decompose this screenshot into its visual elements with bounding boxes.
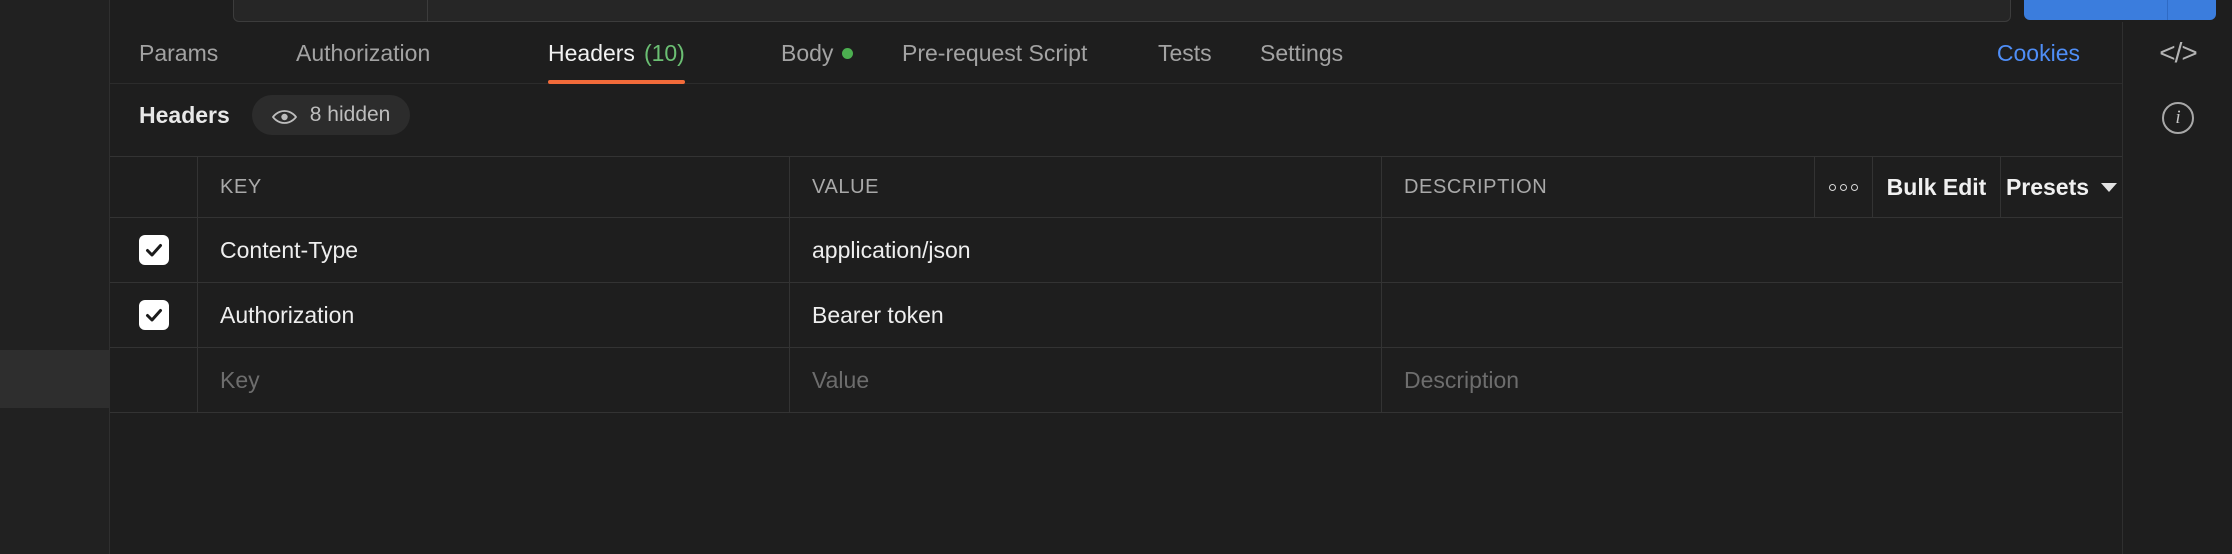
row-checkbox-cell[interactable] — [110, 283, 198, 347]
info-icon[interactable]: i — [2123, 84, 2232, 152]
hidden-headers-toggle[interactable]: 8 hidden — [251, 95, 411, 135]
row-key-cell[interactable]: Authorization — [198, 283, 790, 347]
new-row-checkbox-cell[interactable] — [110, 348, 198, 412]
row-value-cell[interactable]: Bearer token — [790, 283, 1382, 347]
tab-authorization[interactable]: Authorization — [296, 22, 430, 84]
column-label: DESCRIPTION — [1404, 175, 1548, 198]
new-row-description-placeholder: Description — [1404, 366, 1520, 393]
tab-tests[interactable]: Tests — [1158, 22, 1212, 84]
row-checkbox-cell[interactable] — [110, 218, 198, 282]
row-checkbox[interactable] — [138, 300, 169, 330]
more-options-button[interactable] — [1814, 157, 1872, 217]
send-button[interactable] — [2024, 0, 2216, 20]
tab-label: Authorization — [296, 39, 431, 66]
table-row[interactable]: Authorization Bearer token — [110, 283, 2122, 348]
info-icon-glyph: i — [2162, 102, 2194, 134]
eye-icon — [271, 107, 297, 124]
new-row-value-placeholder: Value — [812, 366, 870, 393]
table-header-row: KEY VALUE DESCRIPTION Bulk Edit Presets — [110, 156, 2122, 218]
cookies-link[interactable]: Cookies — [1997, 22, 2080, 84]
column-label: VALUE — [812, 175, 880, 198]
row-description-cell[interactable] — [1382, 283, 2122, 347]
new-row-description-input[interactable]: Description — [1382, 348, 2122, 412]
row-checkbox[interactable] — [138, 235, 169, 265]
tab-headers[interactable]: Headers (10) — [548, 22, 685, 84]
presets-label: Presets — [2005, 173, 2090, 200]
bulk-edit-button[interactable]: Bulk Edit — [1872, 157, 2000, 217]
row-description-cell[interactable] — [1382, 218, 2122, 282]
right-sidebar-rail: </> i — [2122, 22, 2232, 554]
request-editor-panel: Params Authorization Headers (10) Body P… — [0, 0, 2232, 554]
sidebar-selected-item[interactable] — [0, 350, 110, 408]
code-icon-glyph: </> — [2159, 37, 2197, 68]
table-row[interactable]: Content-Type application/json — [110, 218, 2122, 283]
headers-subheader: Headers 8 hidden — [110, 84, 2122, 146]
tab-label: Settings — [1260, 39, 1344, 66]
tab-settings[interactable]: Settings — [1260, 22, 1343, 84]
tab-label: Headers — [548, 39, 635, 66]
tab-headers-count: (10) — [643, 39, 685, 66]
row-key-cell[interactable]: Content-Type — [198, 218, 790, 282]
tab-label: Pre-request Script — [902, 39, 1088, 66]
row-value-text: Bearer token — [812, 301, 944, 328]
table-empty-area — [110, 415, 2122, 554]
row-key-text: Authorization — [220, 301, 355, 328]
column-header-description: DESCRIPTION Bulk Edit Presets — [1382, 157, 2122, 217]
tab-label: Body — [781, 39, 834, 66]
column-header-value: VALUE — [790, 157, 1382, 217]
select-all-cell[interactable] — [110, 157, 198, 217]
row-value-cell[interactable]: application/json — [790, 218, 1382, 282]
new-row-value-input[interactable]: Value — [790, 348, 1382, 412]
table-new-row[interactable]: Key Value Description — [110, 348, 2122, 413]
left-sidebar-rail — [0, 0, 110, 554]
send-dropdown-divider — [2167, 0, 2168, 20]
tab-label: Params — [139, 39, 219, 66]
url-input[interactable] — [233, 0, 2011, 22]
presets-button[interactable]: Presets — [2000, 157, 2122, 217]
tab-body[interactable]: Body — [781, 22, 854, 84]
more-horizontal-icon — [1829, 183, 1858, 191]
request-url-bar — [110, 0, 2232, 22]
column-header-key: KEY — [198, 157, 790, 217]
tab-pre-request-script[interactable]: Pre-request Script — [902, 22, 1087, 84]
body-modified-dot-icon — [842, 47, 854, 59]
new-row-key-input[interactable]: Key — [198, 348, 790, 412]
request-tabs: Params Authorization Headers (10) Body P… — [110, 22, 2122, 84]
headers-title: Headers — [139, 101, 230, 128]
code-icon[interactable]: </> — [2123, 22, 2232, 84]
column-label: KEY — [220, 175, 262, 198]
chevron-down-icon — [2101, 182, 2118, 192]
url-method-divider — [427, 0, 428, 22]
tab-label: Tests — [1158, 39, 1212, 66]
tab-params[interactable]: Params — [139, 22, 218, 84]
table-header-actions: Bulk Edit Presets — [1814, 157, 2122, 217]
bulk-edit-label: Bulk Edit — [1886, 173, 1987, 200]
headers-table: KEY VALUE DESCRIPTION Bulk Edit Presets — [110, 156, 2122, 413]
row-value-text: application/json — [812, 236, 971, 263]
hidden-headers-label: 8 hidden — [309, 103, 391, 126]
row-key-text: Content-Type — [220, 236, 359, 263]
new-row-key-placeholder: Key — [220, 366, 260, 393]
